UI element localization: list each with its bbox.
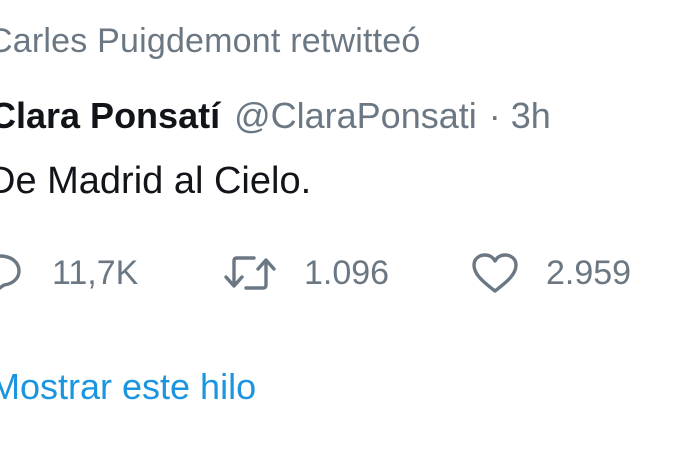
like-button[interactable]: 2.959: [470, 248, 631, 298]
tweet-text: De Madrid al Cielo.: [0, 160, 312, 202]
reply-count: 11,7K: [52, 253, 139, 292]
tweet-actions: 11,7K 1.096 2.959: [0, 248, 680, 298]
author-name[interactable]: Clara Ponsatí: [0, 95, 220, 137]
retweet-context[interactable]: Carles Puigdemont retwitteó: [0, 22, 421, 61]
heart-icon: [470, 251, 520, 295]
retweet-count: 1.096: [304, 253, 390, 292]
header-separator: ·: [488, 95, 501, 136]
like-count: 2.959: [546, 253, 632, 292]
retweet-icon: [222, 251, 278, 295]
tweet-header: Clara Ponsatí @ClaraPonsati · 3h: [0, 95, 551, 137]
author-handle[interactable]: @ClaraPonsati: [234, 95, 477, 137]
reply-icon: [0, 251, 26, 295]
tweet-timestamp[interactable]: 3h: [511, 95, 551, 137]
reply-button[interactable]: 11,7K: [0, 248, 138, 298]
retweet-button[interactable]: 1.096: [222, 248, 389, 298]
show-thread-link[interactable]: Mostrar este hilo: [0, 366, 256, 408]
